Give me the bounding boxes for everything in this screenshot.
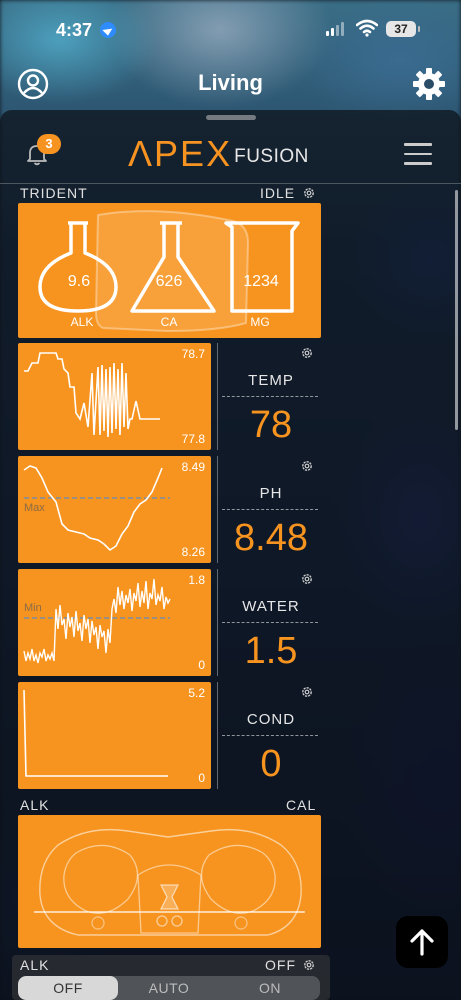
sheet-grabber[interactable] — [206, 115, 256, 120]
status-bar: 4:37 37 — [0, 0, 461, 60]
wifi-icon — [356, 19, 378, 37]
apex-fusion-logo: ΛPEX FUSION — [128, 136, 309, 172]
mode-on-button[interactable]: ON — [220, 976, 320, 1000]
notification-badge: 3 — [37, 134, 61, 154]
ph-max-line-label: Max — [24, 502, 45, 514]
cond-graph-min: 0 — [198, 771, 205, 785]
doser-right-label: CAL — [286, 797, 317, 813]
ph-graph-min: 8.26 — [181, 545, 205, 559]
mg-label: MG — [250, 315, 270, 329]
divider — [222, 622, 318, 623]
mode-off-button[interactable]: OFF — [18, 976, 118, 1000]
temp-graph-max: 78.7 — [181, 347, 205, 361]
cellular-signal-icon — [326, 22, 344, 36]
trident-widget[interactable]: 9.6 626 1234 ALK CA MG — [18, 203, 321, 338]
ph-graph-max: 8.49 — [181, 460, 205, 474]
settings-gear-icon[interactable] — [412, 67, 446, 101]
temp-graph-min: 77.8 — [181, 432, 205, 446]
doser-left-label: ALK — [20, 797, 50, 813]
logo-fusion-text: FUSION — [234, 146, 309, 167]
dos-pump-illustration — [34, 828, 305, 936]
water-min-line-label: Min — [24, 602, 42, 614]
water-graph-line — [23, 578, 171, 664]
output-name: ALK — [20, 957, 50, 973]
divider — [222, 735, 318, 736]
temp-value[interactable]: 78 — [222, 404, 320, 447]
arrow-up-icon — [410, 929, 434, 956]
divider — [222, 509, 318, 510]
scroll-to-top-button[interactable] — [396, 916, 448, 968]
mode-auto-button[interactable]: AUTO — [119, 976, 219, 1000]
status-time: 4:37 — [56, 20, 93, 40]
temp-name: TEMP — [248, 372, 294, 389]
divider — [222, 396, 318, 397]
mg-value: 1234 — [243, 273, 279, 290]
gear-icon[interactable] — [302, 186, 316, 200]
water-name: WATER — [242, 598, 300, 615]
ca-label: CA — [160, 315, 178, 329]
ph-graph[interactable]: Max 8.49 8.26 — [18, 456, 211, 563]
output-state: OFF — [265, 957, 296, 973]
divider — [217, 569, 218, 676]
output-mode-selector: OFF AUTO ON — [18, 976, 320, 1000]
page-title: Living — [198, 70, 263, 95]
divider — [217, 456, 218, 563]
cond-graph-line — [23, 689, 168, 777]
divider — [217, 682, 218, 789]
ph-value[interactable]: 8.48 — [222, 517, 320, 560]
location-icon — [100, 22, 116, 38]
scrollbar[interactable] — [455, 190, 458, 430]
dos-pump-widget[interactable] — [18, 815, 321, 948]
water-graph[interactable]: Min 1.8 0 — [18, 569, 211, 676]
alk-label: ALK — [70, 315, 94, 329]
alk-value: 9.6 — [67, 273, 91, 290]
water-graph-min: 0 — [198, 658, 205, 672]
cond-name: COND — [246, 711, 296, 728]
battery-indicator: 37 — [386, 21, 420, 37]
gear-icon[interactable] — [302, 958, 316, 972]
cond-graph[interactable]: 5.2 0 — [18, 682, 211, 789]
gear-icon[interactable] — [300, 685, 314, 699]
trident-label: TRIDENT — [20, 185, 88, 201]
gear-icon[interactable] — [300, 346, 314, 360]
water-value[interactable]: 1.5 — [222, 630, 320, 673]
trident-state: IDLE — [260, 185, 296, 201]
logo-apex-text: ΛPEX — [128, 133, 233, 174]
cond-graph-max: 5.2 — [188, 686, 205, 700]
ca-value: 626 — [155, 273, 183, 290]
cond-value[interactable]: 0 — [222, 743, 320, 786]
water-graph-max: 1.8 — [188, 573, 205, 587]
ph-name: PH — [259, 485, 283, 502]
gear-icon[interactable] — [300, 459, 314, 473]
gear-icon[interactable] — [300, 572, 314, 586]
temp-graph[interactable]: 78.7 77.8 — [18, 343, 211, 450]
hamburger-menu-icon[interactable] — [404, 143, 432, 165]
divider — [217, 343, 218, 450]
